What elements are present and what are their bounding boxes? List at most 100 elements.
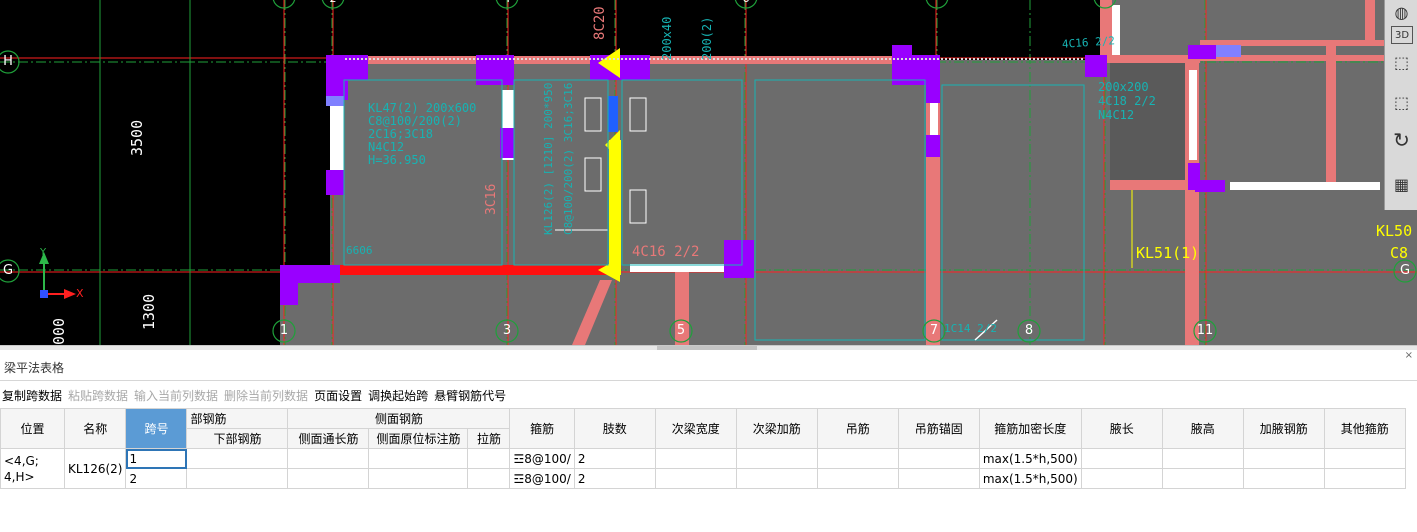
cell-hanger[interactable] — [816, 468, 899, 489]
cell-sec-add[interactable] — [735, 448, 818, 469]
label-4c16: 4C16 2/2 — [632, 244, 700, 260]
label-bottom-7: 1C14 2/2 — [944, 322, 997, 335]
cell-stirrup[interactable]: ☲8@100/ — [509, 468, 575, 489]
label-3c16: 3C16 — [484, 183, 499, 215]
cell-dense-len[interactable]: max(1.5*h,500) — [978, 448, 1082, 469]
cell-tie[interactable] — [467, 448, 511, 469]
label-kl51: KL51(1) — [1136, 244, 1200, 262]
cell-name[interactable]: KL126(2) — [63, 448, 127, 489]
cell-bottom[interactable] — [186, 468, 289, 489]
col-position[interactable]: 位置 — [0, 408, 65, 449]
table-row[interactable]: 2 ☲8@100/ 2 max(1.5*h,500) — [1, 468, 1406, 489]
cell-side-through[interactable] — [287, 448, 370, 469]
cell-haunch-len[interactable] — [1080, 468, 1163, 489]
cell-haunch-bar[interactable] — [1242, 468, 1325, 489]
column-hatch2 — [326, 96, 344, 106]
swap-start-span-button[interactable]: 调换起始跨 — [366, 386, 432, 406]
axis-label-3: 3 — [502, 323, 512, 338]
col-group-side: 侧面钢筋 — [287, 408, 511, 429]
cell-haunch-h[interactable] — [1161, 468, 1244, 489]
beam-table-panel: 梁平法表格 × 复制跨数据 粘贴跨数据 输入当前列数据 删除当前列数据 页面设置… — [0, 350, 1417, 532]
selected-beam — [609, 140, 621, 275]
cell-tie[interactable] — [467, 468, 511, 489]
axis-label-h: H — [3, 54, 13, 69]
cell-other-stirrup[interactable] — [1323, 448, 1406, 469]
view-3d-button[interactable]: 3D — [1391, 26, 1413, 44]
box-view-icon[interactable]: ⬚ — [1388, 90, 1415, 114]
cell-span[interactable]: 1 — [125, 448, 188, 469]
label-top-section: 200x40 — [660, 16, 674, 60]
ucs-y-label: Y — [40, 247, 47, 258]
table-toolbar: 复制跨数据 粘贴跨数据 输入当前列数据 删除当前列数据 页面设置 调换起始跨 悬… — [0, 386, 510, 406]
col-hanger[interactable]: 吊筋 — [816, 408, 899, 449]
label-kl47: KL47(2) 200x600 C8@100/200(2) 2C16;3C18 … — [368, 101, 477, 167]
col-haunch-bar[interactable]: 加腋钢筋 — [1242, 408, 1325, 449]
axis-label-top-6: 6 — [738, 0, 754, 5]
dim-000: 000 — [50, 317, 68, 345]
axis-label-11: 11 — [1196, 323, 1214, 338]
col-span[interactable]: 跨号 — [125, 408, 188, 449]
cell-side-through[interactable] — [287, 468, 370, 489]
front-view-icon[interactable]: ⬚ — [1388, 50, 1415, 74]
col-sec-width[interactable]: 次梁宽度 — [654, 408, 737, 449]
col-hanger-anchor[interactable]: 吊筋锚固 — [897, 408, 980, 449]
delete-column-button[interactable]: 删除当前列数据 — [222, 386, 312, 406]
col-other-stirrup[interactable]: 其他箍筋 — [1323, 408, 1406, 449]
copy-span-button[interactable]: 复制跨数据 — [0, 386, 66, 406]
col-bottom[interactable]: 下部钢筋 — [186, 428, 289, 449]
dim-3500: 3500 — [128, 119, 146, 156]
cell-span[interactable]: 2 — [125, 468, 188, 489]
cell-dense-len[interactable]: max(1.5*h,500) — [978, 468, 1082, 489]
label-top-section2: 200(2) — [700, 16, 714, 60]
col-stirrup[interactable]: 箍筋 — [509, 408, 575, 449]
axis-label-g-right: G — [1399, 263, 1411, 278]
rotate-icon[interactable]: ↻ — [1388, 128, 1415, 152]
table-row[interactable]: <4,G; 4,H> KL126(2) 1 ☲8@100/ 2 max(1.5*… — [0, 448, 1406, 489]
cell-side-orig[interactable] — [368, 448, 469, 469]
cell-sec-add[interactable] — [735, 468, 818, 489]
panel-divider — [0, 380, 1417, 381]
axis-label-g: G — [2, 263, 14, 278]
grid-display-icon[interactable]: ▦ — [1388, 172, 1415, 196]
cell-haunch-len[interactable] — [1080, 448, 1163, 469]
input-column-button[interactable]: 输入当前列数据 — [132, 386, 222, 406]
col-legs[interactable]: 肢数 — [573, 408, 656, 449]
cell-hanger[interactable] — [816, 448, 899, 469]
col-side-through[interactable]: 侧面通长筋 — [287, 428, 370, 449]
cantilever-code-button[interactable]: 悬臂钢筋代号 — [432, 386, 510, 406]
orbit-sphere-icon[interactable]: ◍ — [1388, 0, 1415, 24]
cell-other-stirrup[interactable] — [1323, 468, 1406, 489]
axis-label-7: 7 — [929, 323, 939, 338]
cell-haunch-bar[interactable] — [1242, 448, 1325, 469]
col-name[interactable]: 名称 — [63, 408, 127, 449]
paste-span-button[interactable]: 粘贴跨数据 — [66, 386, 132, 406]
cell-haunch-h[interactable] — [1161, 448, 1244, 469]
axis-label-8: 8 — [1024, 323, 1034, 338]
label-6606: 6606 — [346, 244, 373, 257]
col-side-orig[interactable]: 侧面原位标注筋 — [368, 428, 469, 449]
cell-legs[interactable]: 2 — [573, 448, 656, 469]
col-tie[interactable]: 拉筋 — [467, 428, 511, 449]
label-right-block: 200x200 4C18 2/2 N4C12 — [1098, 80, 1156, 122]
cell-position[interactable]: <4,G; 4,H> — [0, 448, 65, 489]
label-kl126: KL126(2) [1210] 200*950 — [542, 82, 555, 235]
cad-viewport[interactable]: H G G 1 3 5 7 8 11 2 4 6 3500 1300 000 Y… — [0, 0, 1417, 345]
cell-side-orig[interactable] — [368, 468, 469, 489]
cell-legs[interactable]: 2 — [573, 468, 656, 489]
cell-stirrup[interactable]: ☲8@100/ — [509, 448, 575, 469]
page-setup-button[interactable]: 页面设置 — [312, 386, 366, 406]
dim-1300: 1300 — [140, 293, 158, 330]
col-dense-len[interactable]: 箍筋加密长度 — [978, 408, 1082, 449]
panel-title: 梁平法表格 — [4, 361, 65, 375]
col-haunch-len[interactable]: 腋长 — [1080, 408, 1163, 449]
col-haunch-h[interactable]: 腋高 — [1161, 408, 1244, 449]
cell-sec-width[interactable] — [654, 468, 737, 489]
ucs-icon — [39, 252, 76, 299]
col-sec-add[interactable]: 次梁加筋 — [735, 408, 818, 449]
cell-bottom[interactable] — [186, 448, 289, 469]
cell-sec-width[interactable] — [654, 448, 737, 469]
cell-hanger-anchor[interactable] — [897, 468, 980, 489]
axis-label-5: 5 — [676, 323, 686, 338]
cell-hanger-anchor[interactable] — [897, 448, 980, 469]
close-icon[interactable]: × — [1405, 350, 1413, 361]
